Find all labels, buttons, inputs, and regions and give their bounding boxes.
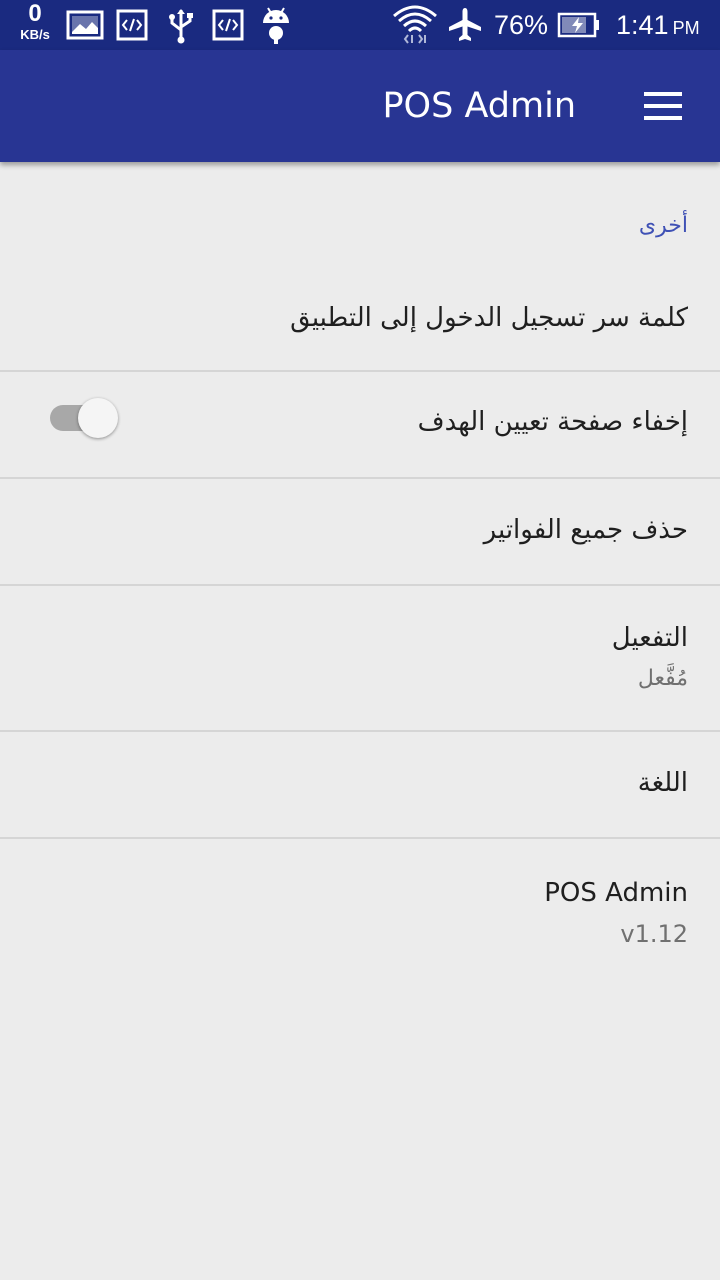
- clock: 1:41 PM: [616, 9, 700, 44]
- network-speed-indicator: 0 KB/s: [12, 0, 58, 42]
- page-title: POS Admin: [382, 86, 576, 126]
- settings-list: أخرى كلمة سر تسجيل الدخول إلى التطبيق إخ…: [0, 162, 720, 1280]
- pref-title: التفعيل: [611, 623, 688, 653]
- network-speed-value: 0: [28, 0, 42, 27]
- pref-hide-target-page[interactable]: إخفاء صفحة تعيين الهدف: [0, 372, 720, 479]
- gallery-icon: [66, 10, 104, 40]
- hamburger-menu-icon: [644, 92, 682, 96]
- section-header-other: أخرى: [638, 213, 688, 238]
- android-icon: [263, 7, 289, 44]
- network-speed-unit: KB/s: [20, 27, 50, 42]
- hamburger-menu-icon-bar: [644, 116, 682, 120]
- pref-title: POS Admin: [544, 878, 688, 908]
- clock-ampm: PM: [672, 18, 700, 38]
- pref-delete-all-invoices[interactable]: حذف جميع الفواتير: [0, 479, 720, 586]
- app-toolbar: POS Admin: [0, 50, 720, 162]
- pref-about[interactable]: POS Admin v1.12: [0, 839, 720, 969]
- code-icon: [116, 9, 148, 41]
- pref-language[interactable]: اللغة: [0, 732, 720, 839]
- hamburger-menu-button[interactable]: [636, 82, 692, 130]
- usb-icon: [169, 9, 193, 44]
- battery-charging-icon: [557, 12, 599, 38]
- status-bar: 0 KB/s 76% 1:41 PM: [0, 0, 720, 50]
- pref-activation[interactable]: التفعيل مُفَّعل: [0, 586, 720, 732]
- pref-title: اللغة: [637, 768, 688, 798]
- pref-title: حذف جميع الفواتير: [483, 515, 688, 545]
- pref-title: إخفاء صفحة تعيين الهدف: [417, 407, 688, 437]
- pref-summary: مُفَّعل: [637, 666, 688, 691]
- airplane-mode-icon: [449, 8, 481, 41]
- battery-percentage: 76%: [494, 10, 549, 40]
- pref-app-login-password[interactable]: كلمة سر تسجيل الدخول إلى التطبيق: [0, 266, 720, 372]
- hamburger-menu-icon-bar: [644, 104, 682, 108]
- switch-thumb: [78, 398, 118, 438]
- code-icon: [212, 9, 244, 41]
- hide-target-page-switch[interactable]: [50, 396, 120, 440]
- pref-summary: v1.12: [620, 920, 688, 948]
- pref-title: كلمة سر تسجيل الدخول إلى التطبيق: [290, 303, 688, 333]
- clock-time: 1:41: [616, 10, 669, 40]
- wifi-icon: [393, 5, 437, 44]
